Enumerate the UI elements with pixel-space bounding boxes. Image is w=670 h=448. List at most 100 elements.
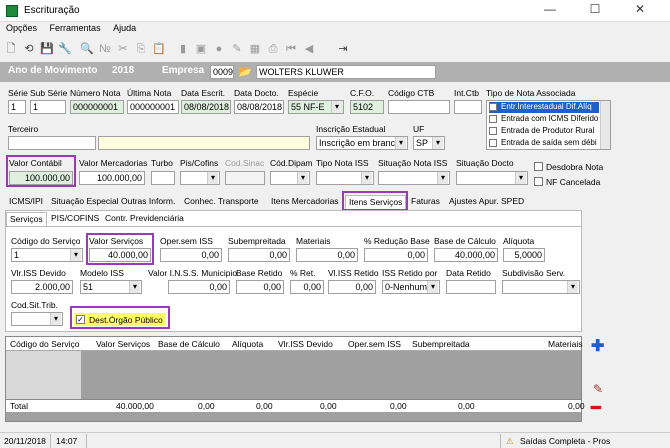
tab-outras-inform[interactable]: Outras Inform.: [118, 195, 178, 209]
close-button[interactable]: ✕: [620, 2, 660, 16]
tab-faturas[interactable]: Faturas: [408, 195, 443, 209]
uf-select[interactable]: SP: [413, 136, 445, 150]
tab-situacao-especial[interactable]: Situação Especial: [48, 195, 122, 209]
list-scrollbar[interactable]: [600, 101, 610, 149]
tab-ajustes-sped[interactable]: Ajustes Apur. SPED: [446, 195, 527, 209]
codigo-servico-select[interactable]: 1: [11, 248, 83, 262]
tipo-nota-list[interactable]: Entr.Interestadual Dif.Alíq Entrada com …: [486, 100, 611, 150]
especie-select[interactable]: 55 NF-E: [288, 100, 344, 114]
apple-icon[interactable]: ●: [212, 42, 226, 56]
tab-pis-cofins[interactable]: PIS/COFINS: [48, 212, 102, 226]
basecalc-input[interactable]: 40.000,00: [434, 248, 498, 262]
valor-servicos-input[interactable]: 40.000,00: [89, 248, 151, 262]
intctb-input[interactable]: [454, 100, 482, 114]
tiponotaiss-select[interactable]: [316, 171, 374, 185]
edit-icon[interactable]: ✎: [593, 382, 603, 396]
dest-orgao-checkbox[interactable]: ✓: [76, 315, 85, 324]
grid-icon[interactable]: ▦: [248, 42, 262, 56]
turbo-input[interactable]: [151, 171, 175, 185]
ano-value[interactable]: 2018: [110, 65, 140, 79]
tab-contr-previdenciaria[interactable]: Contr. Previdenciária: [102, 212, 187, 226]
add-icon[interactable]: ✚: [591, 336, 604, 356]
inss-input[interactable]: 0,00: [168, 280, 230, 294]
serie-input[interactable]: 1: [8, 100, 26, 114]
valor-contabil-input[interactable]: 100.000,00: [9, 171, 73, 185]
situacaoiss-select[interactable]: [378, 171, 450, 185]
subemp-input[interactable]: 0,00: [228, 248, 290, 262]
empresa-code[interactable]: 0009: [210, 65, 234, 79]
print-icon[interactable]: ⎙: [266, 42, 280, 56]
minimize-button[interactable]: —: [530, 2, 570, 16]
save-icon[interactable]: 💾: [40, 42, 54, 56]
subdiv-select[interactable]: [502, 280, 580, 294]
reducao-input[interactable]: 0,00: [364, 248, 428, 262]
valor-merc-label: Valor Mercadorias: [79, 158, 148, 168]
list-item[interactable]: Entrada de saída sem débi: [489, 138, 599, 149]
remove-icon[interactable]: ━: [591, 398, 601, 418]
paste-icon[interactable]: 📋: [152, 42, 166, 56]
doc-icon[interactable]: ▮: [176, 42, 190, 56]
divider: [5, 226, 582, 227]
edit-icon[interactable]: ✎: [230, 42, 244, 56]
desdobra-checkbox[interactable]: [534, 162, 543, 171]
menu-ajuda[interactable]: Ajuda: [113, 23, 136, 33]
list-item[interactable]: Entrada com ICMS Diferido: [489, 114, 599, 125]
nfcancelada-checkbox[interactable]: [534, 177, 543, 186]
codctb-input[interactable]: [388, 100, 450, 114]
tab-servicos[interactable]: Serviços: [6, 212, 47, 226]
insc-select[interactable]: Inscrição em branco: [316, 136, 408, 150]
col-vlriss: Vlr.ISS Devido: [278, 339, 333, 349]
modeloiss-label: Modelo ISS: [80, 268, 124, 278]
issretpor-select[interactable]: 0-Nenhum: [382, 280, 440, 294]
folder-icon[interactable]: ▣: [194, 42, 208, 56]
terceiro-code-input[interactable]: [8, 136, 96, 150]
first-icon[interactable]: ⏮: [284, 42, 298, 56]
numero-input[interactable]: 000000001: [70, 100, 124, 114]
tab-conhec-transporte[interactable]: Conhec. Transporte: [181, 195, 262, 209]
subserie-input[interactable]: 1: [30, 100, 66, 114]
desdobra-label: Desdobra Nota: [546, 162, 604, 172]
services-grid[interactable]: Código do Serviço Valor Serviços Base de…: [5, 336, 585, 422]
new-icon[interactable]: 🗋: [4, 42, 18, 56]
tab-itens-servicos[interactable]: Itens Serviços: [345, 195, 407, 209]
exit-icon[interactable]: ⇥: [336, 42, 350, 56]
data-escrit-input[interactable]: 08/08/2018: [181, 100, 231, 114]
cut-icon[interactable]: ✂: [116, 42, 130, 56]
copy-icon[interactable]: ⎘: [134, 42, 148, 56]
maximize-button[interactable]: ☐: [575, 2, 615, 16]
operiss-label: Oper.sem ISS: [160, 236, 213, 246]
prev-icon[interactable]: ◀: [302, 42, 316, 56]
situacaodocto-select[interactable]: [456, 171, 528, 185]
tipo-nota-label: Tipo de Nota Associada: [486, 88, 576, 98]
tools-icon[interactable]: 🔧: [58, 42, 72, 56]
menu-opcoes[interactable]: Opções: [6, 23, 37, 33]
refresh-icon[interactable]: ⟲: [22, 42, 36, 56]
piscofins-select[interactable]: [180, 171, 220, 185]
cfo-input[interactable]: 5102: [350, 100, 384, 114]
tab-icms-ipi[interactable]: ICMS/IPI: [6, 195, 46, 209]
list-item[interactable]: Entrada de Produtor Rural: [489, 126, 599, 137]
vlrissdev-input[interactable]: 2.000,00: [11, 280, 73, 294]
dataret-input[interactable]: [446, 280, 496, 294]
data-docto-input[interactable]: 08/08/2018: [234, 100, 284, 114]
codsit-label: Cod.Sit.Trib.: [11, 300, 58, 310]
preview-icon[interactable]: 🔍: [80, 42, 94, 56]
operiss-input[interactable]: 0,00: [160, 248, 222, 262]
tab-itens-mercadorias[interactable]: Itens Mercadorias: [268, 195, 342, 209]
baseret-input[interactable]: 0,00: [236, 280, 284, 294]
pret-input[interactable]: 0,00: [290, 280, 324, 294]
menu-ferramentas[interactable]: Ferramentas: [50, 23, 101, 33]
materiais-input[interactable]: 0,00: [296, 248, 358, 262]
codsit-select[interactable]: [11, 312, 63, 326]
folder-open-icon[interactable]: 📂: [238, 65, 252, 79]
materiais-label: Materiais: [296, 236, 331, 246]
aliquota-input[interactable]: 5,0000: [503, 248, 545, 262]
modeloiss-select[interactable]: 51: [80, 280, 142, 294]
coddipam-select[interactable]: [270, 171, 310, 185]
vlissret-input[interactable]: 0,00: [328, 280, 376, 294]
numero-label: Número Nota: [70, 88, 121, 98]
nfe-icon[interactable]: №: [98, 42, 112, 56]
col-base: Base de Cálculo: [158, 339, 220, 349]
list-item[interactable]: Entr.Interestadual Dif.Alíq: [489, 102, 599, 113]
valor-merc-input[interactable]: 100.000,00: [79, 171, 145, 185]
